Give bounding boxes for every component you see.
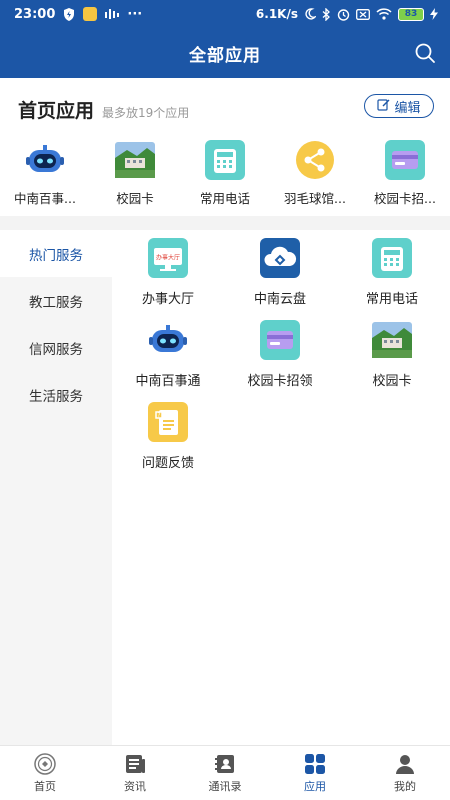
category-item-staff[interactable]: 教工服务	[0, 277, 112, 324]
nav-item-home[interactable]: 首页	[0, 746, 90, 800]
wifi-icon	[376, 8, 392, 20]
edit-label: 编辑	[394, 100, 421, 116]
section-divider	[0, 216, 450, 230]
nav-item-contacts[interactable]: 通讯录	[180, 746, 270, 800]
nav-label: 我的	[394, 779, 416, 793]
feedback-icon: ?	[148, 402, 188, 442]
battery-indicator: 83	[398, 7, 424, 21]
home-app-label: 常用电话	[199, 191, 250, 206]
card-icon	[260, 320, 300, 360]
app-item[interactable]: ? 问题反馈	[112, 402, 224, 484]
home-app-item[interactable]: 中南百事...	[0, 140, 90, 207]
home-app-item[interactable]: 羽毛球馆...	[270, 140, 360, 207]
status-time: 23:00	[14, 6, 56, 22]
status-bar: 23:00 ··· 6.1K/s 83	[0, 0, 450, 28]
moon-icon	[304, 8, 316, 20]
card-icon	[385, 140, 425, 180]
category-sidebar: 热门服务 教工服务 信网服务 生活服务	[0, 230, 112, 745]
bluetooth-icon	[322, 7, 331, 21]
home-app-label: 羽毛球馆...	[284, 191, 346, 206]
home-app-label: 中南百事...	[14, 191, 76, 206]
svg-text:?: ?	[157, 412, 160, 419]
news-icon	[124, 753, 146, 775]
nav-label: 通讯录	[208, 779, 242, 793]
contacts-icon	[214, 753, 236, 775]
robot-icon	[148, 320, 188, 360]
robot-icon	[25, 140, 65, 180]
app-header: 全部应用	[0, 28, 450, 78]
edit-icon	[377, 98, 390, 115]
audio-bars-icon	[105, 8, 120, 20]
home-apps-subtitle: 最多放19个应用	[102, 106, 190, 120]
nav-label: 资讯	[124, 779, 146, 793]
campus-photo-icon	[372, 320, 412, 360]
app-item[interactable]: 办事大厅 办事大厅	[112, 238, 224, 320]
home-app-item[interactable]: 校园卡	[90, 140, 180, 207]
cloud-disk-icon	[260, 238, 300, 278]
home-apps-title: 首页应用	[18, 100, 95, 122]
app-item[interactable]: 校园卡招领	[224, 320, 336, 402]
home-app-item[interactable]: 校园卡招...	[360, 140, 450, 207]
edit-button[interactable]: 编辑	[364, 94, 434, 118]
more-dots: ···	[127, 6, 143, 22]
home-app-label: 校园卡	[116, 191, 154, 206]
profile-icon	[394, 753, 416, 775]
nav-item-apps[interactable]: 应用	[270, 746, 360, 800]
service-hall-icon: 办事大厅	[148, 238, 188, 278]
nav-item-news[interactable]: 资讯	[90, 746, 180, 800]
nav-label: 应用	[304, 779, 326, 793]
app-label: 问题反馈	[141, 456, 194, 471]
home-app-item[interactable]: 常用电话	[180, 140, 270, 207]
telephone-icon	[372, 238, 412, 278]
nav-label: 首页	[34, 779, 56, 793]
home-app-label: 校园卡招...	[374, 191, 436, 206]
app-item[interactable]: 中南云盘	[224, 238, 336, 320]
category-item-life[interactable]: 生活服务	[0, 371, 112, 418]
app-label: 校园卡	[372, 374, 412, 389]
share-icon	[295, 140, 335, 180]
shield-icon	[63, 7, 75, 21]
app-label: 中南云盘	[253, 292, 306, 307]
nav-item-profile[interactable]: 我的	[360, 746, 450, 800]
category-item-hot[interactable]: 热门服务	[0, 230, 112, 277]
home-logo-icon	[34, 752, 56, 775]
app-label: 中南百事通	[135, 374, 201, 389]
charging-icon	[430, 8, 438, 20]
app-item[interactable]: 校园卡	[336, 320, 448, 402]
search-icon[interactable]	[414, 42, 436, 64]
app-label: 校园卡招领	[247, 374, 313, 389]
app-label: 办事大厅	[141, 292, 194, 307]
category-item-network[interactable]: 信网服务	[0, 324, 112, 371]
notification-app-icon	[83, 7, 98, 21]
home-apps-section: 首页应用 最多放19个应用 编辑 中南百事... 校园卡 常用电话 羽毛球馆..…	[0, 78, 450, 216]
app-item[interactable]: 中南百事通	[112, 320, 224, 402]
app-item[interactable]: 常用电话	[336, 238, 448, 320]
alarm-icon	[337, 8, 350, 21]
app-grid: 办事大厅 办事大厅 中南云盘 常用电话 中南百事通 校园卡招领 校园卡 ? 问题…	[112, 230, 450, 484]
telephone-icon	[205, 140, 245, 180]
network-speed: 6.1K/s	[255, 7, 298, 21]
page-title: 全部应用	[189, 45, 261, 66]
sim-off-icon	[356, 8, 370, 20]
apps-grid-icon	[304, 753, 326, 775]
bottom-nav: 首页 资讯 通讯录 应用 我的	[0, 745, 450, 800]
app-label: 常用电话	[365, 292, 418, 307]
service-hall-badge: 办事大厅	[156, 254, 180, 262]
campus-photo-icon	[115, 140, 155, 180]
